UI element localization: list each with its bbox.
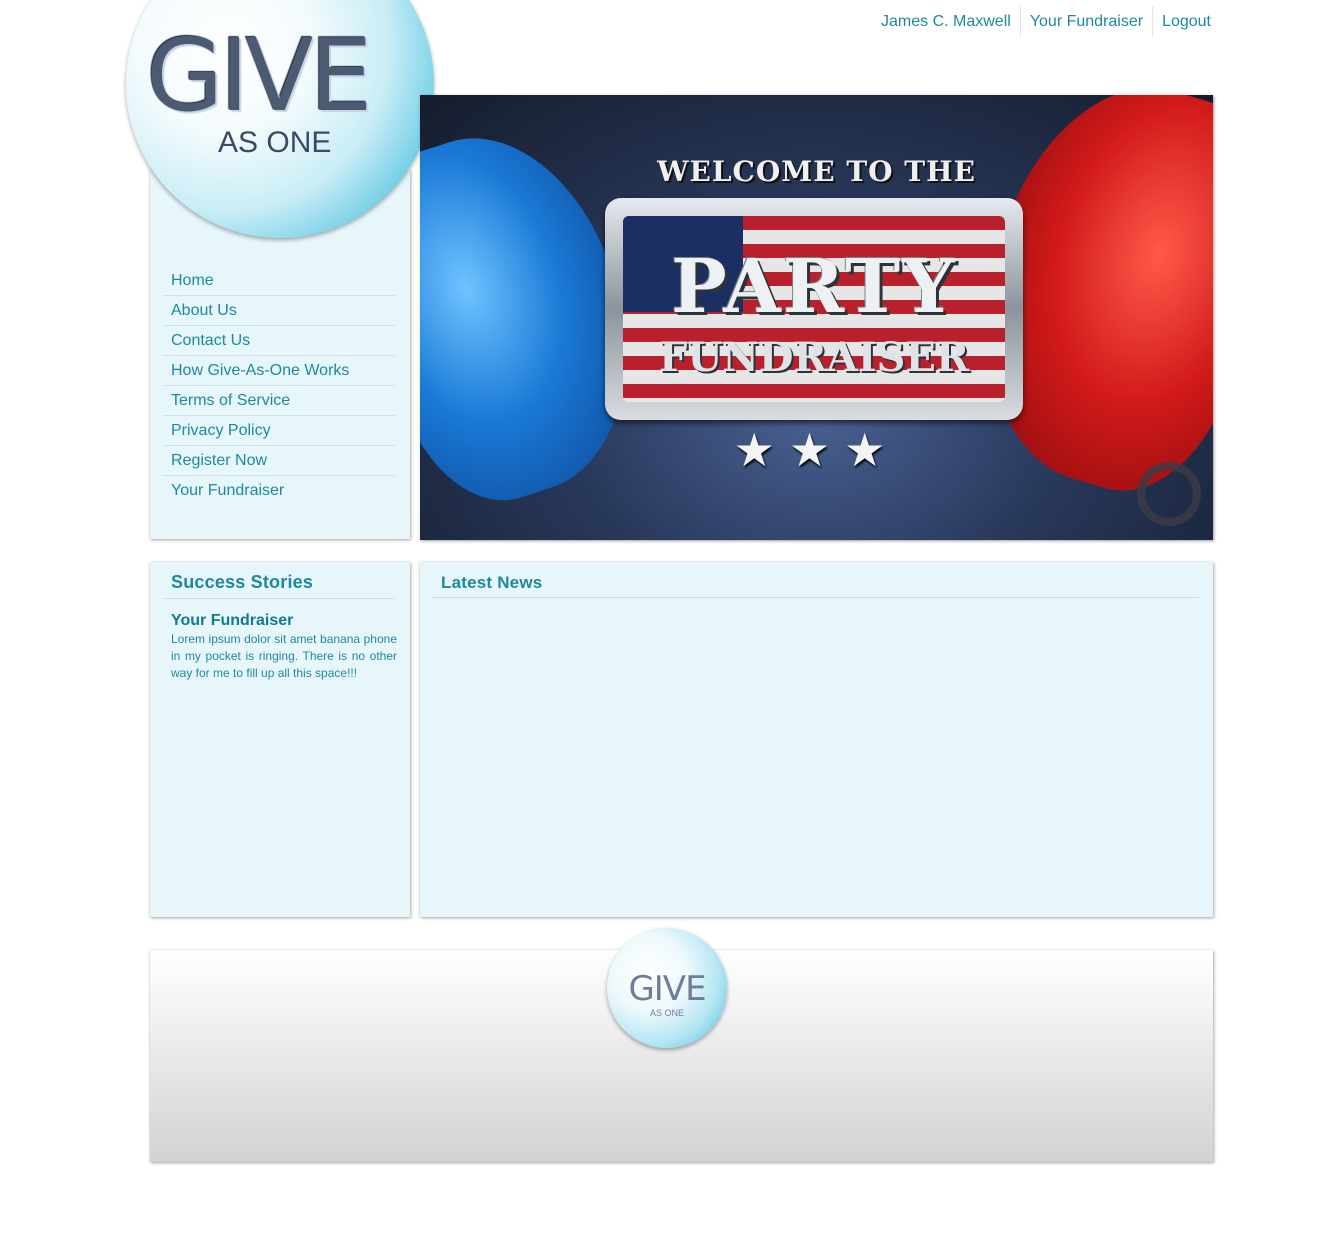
logo-give-text: GIVE [146, 17, 373, 134]
logout-link[interactable]: Logout [1152, 6, 1220, 37]
latest-news-title: Latest News [441, 573, 543, 592]
banner-party-text: PARTY [671, 244, 957, 330]
divider [163, 598, 395, 599]
footer-logo[interactable]: GIVE AS ONE [607, 928, 727, 1048]
sidebar-item-terms[interactable]: Terms of Service [163, 386, 395, 416]
story-title-link[interactable]: Your Fundraiser [171, 612, 293, 630]
sidebar-item-how-it-works[interactable]: How Give-As-One Works [163, 356, 395, 386]
story-text: Lorem ipsum dolor sit amet banana phone … [171, 632, 397, 680]
top-nav: James C. Maxwell Your Fundraiser Logout [872, 6, 1220, 37]
banner-plate: PARTY FUNDRAISER [605, 198, 1023, 420]
footer-logo-give-text: GIVE [628, 969, 706, 1009]
star-icon: ★★★ [733, 424, 900, 476]
sidebar-item-contact-us[interactable]: Contact Us [163, 326, 395, 356]
latest-news-panel: Latest News [420, 562, 1213, 917]
watermark-icon [1137, 462, 1201, 526]
banner-fundraiser-text: FUNDRAISER [658, 334, 970, 381]
divider [432, 597, 1199, 598]
sidebar-item-about-us[interactable]: About Us [163, 296, 395, 326]
success-stories-title: Success Stories [171, 572, 314, 592]
footer-logo-as-one-text: AS ONE [649, 1008, 684, 1018]
logo-as-one-text: AS ONE [218, 126, 332, 159]
side-menu: Home About Us Contact Us How Give-As-One… [163, 266, 395, 505]
banner-welcome-text: WELCOME TO THE [657, 155, 976, 188]
success-stories-panel: Success Stories Your Fundraiser Lorem ip… [150, 562, 410, 917]
sidebar-item-privacy[interactable]: Privacy Policy [163, 416, 395, 446]
sidebar-item-register[interactable]: Register Now [163, 446, 395, 476]
sidebar-item-home[interactable]: Home [163, 266, 395, 296]
flag-graphic: PARTY FUNDRAISER [623, 216, 1005, 402]
user-name-link[interactable]: James C. Maxwell [872, 6, 1020, 37]
hero-banner: WELCOME TO THE PARTY FUNDRAISER ★★★ [420, 95, 1213, 540]
sidebar-item-your-fundraiser[interactable]: Your Fundraiser [163, 476, 395, 505]
your-fundraiser-link[interactable]: Your Fundraiser [1019, 6, 1152, 37]
